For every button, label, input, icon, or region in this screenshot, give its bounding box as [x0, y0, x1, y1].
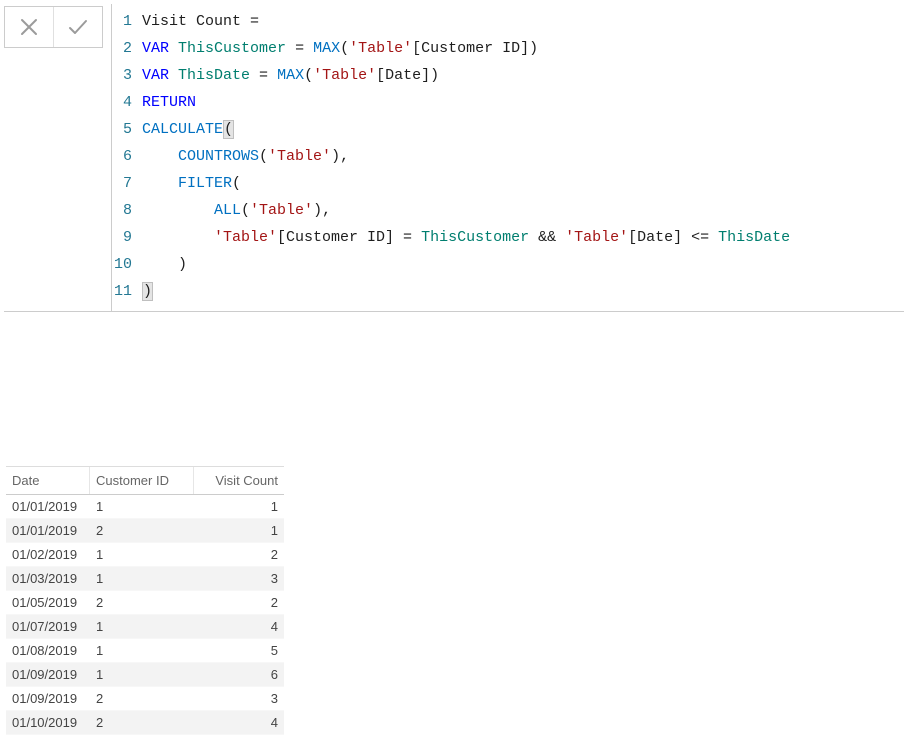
code-line[interactable]: 8 ALL('Table'),: [112, 197, 904, 224]
cell-visit: 6: [194, 663, 284, 686]
table-row[interactable]: 01/09/201916: [6, 663, 284, 687]
code-line[interactable]: 4RETURN: [112, 89, 904, 116]
cell-customer: 1: [90, 615, 194, 638]
commit-button[interactable]: [54, 7, 102, 47]
cell-date: 01/03/2019: [6, 567, 90, 590]
code-line[interactable]: 11): [112, 278, 904, 305]
cell-date: 01/05/2019: [6, 591, 90, 614]
code-content[interactable]: VAR ThisDate = MAX('Table'[Date]): [142, 62, 439, 89]
code-content[interactable]: COUNTROWS('Table'),: [142, 143, 349, 170]
formula-bar-buttons: [4, 6, 103, 48]
cell-visit: 3: [194, 687, 284, 710]
line-number: 9: [112, 224, 142, 251]
line-number: 1: [112, 8, 142, 35]
line-number: 11: [112, 278, 142, 305]
code-line[interactable]: 10 ): [112, 251, 904, 278]
formula-bar-area: 1Visit Count =2VAR ThisCustomer = MAX('T…: [4, 4, 904, 312]
cell-date: 01/07/2019: [6, 615, 90, 638]
cancel-button[interactable]: [5, 7, 53, 47]
code-line[interactable]: 1Visit Count =: [112, 8, 904, 35]
table-row[interactable]: 01/01/201911: [6, 495, 284, 519]
x-icon: [17, 15, 41, 39]
table-row[interactable]: 01/05/201922: [6, 591, 284, 615]
code-content[interactable]: CALCULATE(: [142, 116, 234, 143]
table-row[interactable]: 01/01/201921: [6, 519, 284, 543]
line-number: 8: [112, 197, 142, 224]
header-customer[interactable]: Customer ID: [90, 467, 194, 494]
code-line[interactable]: 3VAR ThisDate = MAX('Table'[Date]): [112, 62, 904, 89]
line-number: 6: [112, 143, 142, 170]
line-number: 5: [112, 116, 142, 143]
check-icon: [66, 15, 90, 39]
table-header-row: Date Customer ID Visit Count: [6, 466, 284, 495]
cell-visit: 4: [194, 615, 284, 638]
cell-date: 01/09/2019: [6, 687, 90, 710]
cell-customer: 2: [90, 591, 194, 614]
cell-visit: 3: [194, 567, 284, 590]
table-row[interactable]: 01/10/201924: [6, 711, 284, 735]
cell-customer: 1: [90, 543, 194, 566]
cell-customer: 1: [90, 567, 194, 590]
table-row[interactable]: 01/08/201915: [6, 639, 284, 663]
code-content[interactable]: RETURN: [142, 89, 196, 116]
code-content[interactable]: ): [142, 251, 187, 278]
code-line[interactable]: 5CALCULATE(: [112, 116, 904, 143]
header-visit[interactable]: Visit Count: [194, 467, 284, 494]
line-number: 2: [112, 35, 142, 62]
header-date[interactable]: Date: [6, 467, 90, 494]
code-line[interactable]: 2VAR ThisCustomer = MAX('Table'[Customer…: [112, 35, 904, 62]
cell-date: 01/01/2019: [6, 495, 90, 518]
cell-date: 01/02/2019: [6, 543, 90, 566]
table-row[interactable]: 01/09/201923: [6, 687, 284, 711]
code-line[interactable]: 9 'Table'[Customer ID] = ThisCustomer &&…: [112, 224, 904, 251]
code-content[interactable]: ALL('Table'),: [142, 197, 331, 224]
table-row[interactable]: 01/02/201912: [6, 543, 284, 567]
line-number: 7: [112, 170, 142, 197]
cell-visit: 1: [194, 519, 284, 542]
cell-customer: 1: [90, 495, 194, 518]
code-content[interactable]: 'Table'[Customer ID] = ThisCustomer && '…: [142, 224, 790, 251]
code-line[interactable]: 7 FILTER(: [112, 170, 904, 197]
cell-visit: 5: [194, 639, 284, 662]
result-table: Date Customer ID Visit Count 01/01/20191…: [6, 466, 284, 735]
cell-date: 01/08/2019: [6, 639, 90, 662]
cell-date: 01/10/2019: [6, 711, 90, 734]
cell-visit: 2: [194, 591, 284, 614]
cell-date: 01/09/2019: [6, 663, 90, 686]
table-row[interactable]: 01/07/201914: [6, 615, 284, 639]
cell-customer: 2: [90, 711, 194, 734]
code-content[interactable]: ): [142, 278, 153, 305]
cell-visit: 1: [194, 495, 284, 518]
line-number: 3: [112, 62, 142, 89]
cell-customer: 1: [90, 639, 194, 662]
cell-customer: 2: [90, 687, 194, 710]
code-content[interactable]: VAR ThisCustomer = MAX('Table'[Customer …: [142, 35, 538, 62]
table-body: 01/01/20191101/01/20192101/02/20191201/0…: [6, 495, 284, 735]
code-line[interactable]: 6 COUNTROWS('Table'),: [112, 143, 904, 170]
cell-visit: 4: [194, 711, 284, 734]
dax-editor[interactable]: 1Visit Count =2VAR ThisCustomer = MAX('T…: [111, 4, 904, 311]
code-content[interactable]: Visit Count =: [142, 8, 259, 35]
cell-date: 01/01/2019: [6, 519, 90, 542]
cell-visit: 2: [194, 543, 284, 566]
line-number: 10: [112, 251, 142, 278]
table-row[interactable]: 01/03/201913: [6, 567, 284, 591]
code-content[interactable]: FILTER(: [142, 170, 241, 197]
line-number: 4: [112, 89, 142, 116]
cell-customer: 1: [90, 663, 194, 686]
cell-customer: 2: [90, 519, 194, 542]
